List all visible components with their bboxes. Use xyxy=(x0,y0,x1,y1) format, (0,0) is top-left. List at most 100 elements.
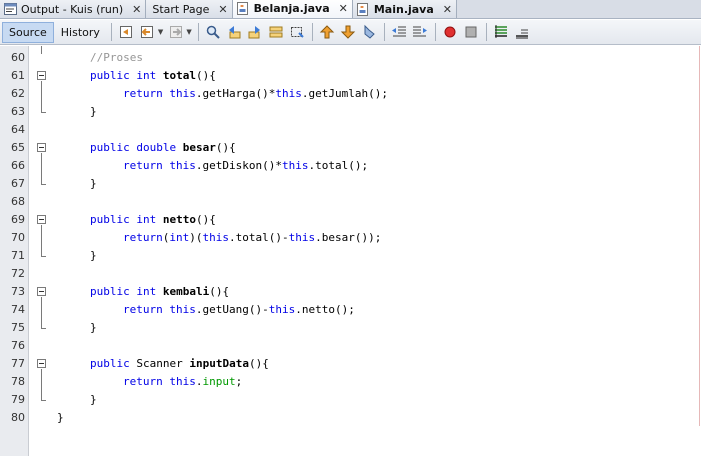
code-token: this xyxy=(169,375,196,388)
code-token: (){ xyxy=(209,285,230,298)
back-dropdown-icon[interactable]: ▼ xyxy=(158,28,163,36)
find-previous-icon[interactable] xyxy=(225,23,244,42)
tab-bar-filler xyxy=(457,0,701,18)
shift-left-icon[interactable] xyxy=(390,23,409,42)
code-text: public double besar(){ xyxy=(90,139,236,157)
line-number[interactable]: 75 xyxy=(0,319,25,337)
line-number[interactable]: 80 xyxy=(0,409,25,427)
toggle-rect-select-icon[interactable] xyxy=(288,23,307,42)
back-icon[interactable] xyxy=(138,23,157,42)
line-number[interactable]: 77 xyxy=(0,355,25,373)
output-icon xyxy=(3,3,17,16)
code-token: ; xyxy=(235,375,243,388)
line-number[interactable]: 72 xyxy=(0,265,25,283)
find-icon[interactable] xyxy=(204,23,223,42)
line-number[interactable]: 66 xyxy=(0,157,25,175)
toolbar-separator xyxy=(434,23,436,41)
code-text: } xyxy=(57,409,64,427)
fold-toggle-icon[interactable] xyxy=(37,287,46,296)
shift-right-icon[interactable] xyxy=(411,23,430,42)
fold-end-marker xyxy=(41,328,46,329)
code-token: public xyxy=(90,357,130,370)
line-number[interactable]: 70 xyxy=(0,229,25,247)
line-number[interactable]: 74 xyxy=(0,301,25,319)
start-macro-recording-icon[interactable] xyxy=(441,23,460,42)
code-line: 64 xyxy=(0,121,701,139)
tab-start-page[interactable]: Start Page ✕ xyxy=(146,0,233,18)
close-icon[interactable]: ✕ xyxy=(132,3,141,16)
code-text: public int kembali(){ xyxy=(90,283,229,301)
code-line: 65 public double besar(){ xyxy=(0,139,701,157)
editor-toolbar: Source History ▼ ▼ xyxy=(0,20,701,45)
tab-label: Output - Kuis (run) xyxy=(21,2,124,16)
line-number[interactable]: 65 xyxy=(0,139,25,157)
comment-icon[interactable] xyxy=(492,23,511,42)
history-view-button[interactable]: History xyxy=(54,22,107,43)
tab-main-java[interactable]: Main.java ✕ xyxy=(352,0,457,18)
code-token: .getJumlah(); xyxy=(301,87,388,100)
code-text: return this.getDiskon()*this.total(); xyxy=(123,157,368,175)
code-token: Scanner xyxy=(129,357,190,370)
code-token: public xyxy=(90,285,130,298)
code-token: besar xyxy=(182,141,216,154)
code-token: .besar()); xyxy=(315,231,382,244)
code-line: 71} xyxy=(0,247,701,265)
code-token: this xyxy=(275,87,302,100)
code-token: this xyxy=(169,159,196,172)
tab-output-kuis[interactable]: Output - Kuis (run) ✕ xyxy=(0,0,147,18)
fold-guide xyxy=(41,46,42,54)
close-icon[interactable]: ✕ xyxy=(339,2,348,15)
code-editor[interactable]: 60//Proses 61 public int total(){62 return … xyxy=(0,46,701,456)
source-view-button[interactable]: Source xyxy=(2,21,54,43)
next-bookmark-icon[interactable] xyxy=(339,23,358,42)
close-icon[interactable]: ✕ xyxy=(443,3,452,16)
line-number[interactable]: 76 xyxy=(0,337,25,355)
code-token: } xyxy=(90,177,97,190)
previous-bookmark-icon[interactable] xyxy=(318,23,337,42)
code-token: total xyxy=(162,69,196,82)
stop-macro-recording-icon[interactable] xyxy=(462,23,481,42)
line-number[interactable]: 68 xyxy=(0,193,25,211)
line-number[interactable]: 69 xyxy=(0,211,25,229)
line-number[interactable]: 79 xyxy=(0,391,25,409)
tab-label: Main.java xyxy=(373,2,434,16)
code-line: 72 xyxy=(0,265,701,283)
fold-end-marker xyxy=(41,400,46,401)
forward-dropdown-icon[interactable]: ▼ xyxy=(186,28,191,36)
code-token: kembali xyxy=(162,285,210,298)
code-token: return xyxy=(123,159,163,172)
forward-icon[interactable] xyxy=(166,23,185,42)
code-line: 67} xyxy=(0,175,701,193)
line-number[interactable]: 73 xyxy=(0,283,25,301)
toggle-bookmark-icon[interactable] xyxy=(360,23,379,42)
fold-end-marker xyxy=(41,184,46,185)
fold-toggle-icon[interactable] xyxy=(37,143,46,152)
tab-belanja-java[interactable]: Belanja.java ✕ xyxy=(232,0,353,18)
fold-guide xyxy=(41,297,42,328)
code-token: int xyxy=(136,213,157,226)
toolbar-separator xyxy=(311,23,313,41)
uncomment-icon[interactable] xyxy=(513,23,532,42)
code-token: } xyxy=(57,411,64,424)
line-number[interactable]: 61 xyxy=(0,67,25,85)
fold-toggle-icon[interactable] xyxy=(37,215,46,224)
code-token: public xyxy=(90,69,130,82)
fold-guide xyxy=(41,225,42,256)
last-edit-icon[interactable] xyxy=(117,23,136,42)
close-icon[interactable]: ✕ xyxy=(218,3,227,16)
fold-guide xyxy=(41,81,42,112)
code-token: .netto(); xyxy=(295,303,355,316)
line-number[interactable]: 64 xyxy=(0,121,25,139)
line-number[interactable]: 63 xyxy=(0,103,25,121)
find-next-icon[interactable] xyxy=(246,23,265,42)
line-number[interactable]: 78 xyxy=(0,373,25,391)
line-number[interactable]: 67 xyxy=(0,175,25,193)
code-token: .getDiskon()* xyxy=(195,159,282,172)
line-number[interactable]: 62 xyxy=(0,85,25,103)
fold-toggle-icon[interactable] xyxy=(37,71,46,80)
toggle-highlight-icon[interactable] xyxy=(267,23,286,42)
line-number[interactable]: 71 xyxy=(0,247,25,265)
fold-toggle-icon[interactable] xyxy=(37,359,46,368)
line-number[interactable]: 60 xyxy=(0,49,25,67)
